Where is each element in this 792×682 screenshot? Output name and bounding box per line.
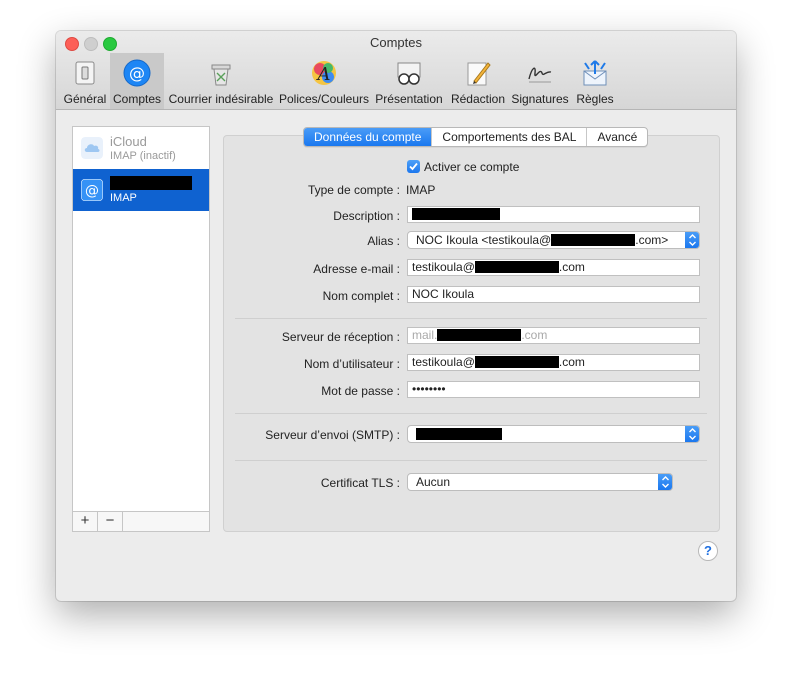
- redaction-bar: [437, 329, 522, 341]
- enable-account-label: Activer ce compte: [424, 160, 520, 174]
- svg-text:@: @: [129, 64, 145, 83]
- description-label: Description :: [333, 209, 400, 223]
- at-sign-icon: @: [81, 179, 103, 201]
- username-label: Nom d’utilisateur :: [303, 357, 400, 371]
- list-footer: + −: [73, 511, 209, 531]
- toolbar-rules[interactable]: Règles: [570, 53, 620, 109]
- divider: [235, 460, 707, 461]
- title-bar: Comptes Général @ Comptes Courrier indés…: [56, 31, 736, 110]
- preferences-window: Comptes Général @ Comptes Courrier indés…: [56, 31, 736, 601]
- full-name-input[interactable]: NOC Ikoula: [407, 286, 700, 303]
- redaction-bar: [412, 208, 500, 220]
- tls-certificate-label: Certificat TLS :: [320, 476, 400, 490]
- glasses-icon: [397, 62, 421, 85]
- signature-icon: [528, 67, 552, 83]
- toolbar-junk-mail[interactable]: Courrier indésirable: [166, 53, 276, 109]
- toolbar-viewing[interactable]: Présentation: [372, 53, 446, 109]
- account-name-redacted: [110, 176, 192, 191]
- trash-bin-icon: [211, 64, 231, 86]
- svg-text:@: @: [85, 183, 99, 199]
- smtp-server-popup[interactable]: [407, 425, 700, 443]
- username-input[interactable]: testikoula@ .com: [407, 354, 700, 371]
- tab-bar: Données du compte Comportements des BAL …: [303, 127, 649, 147]
- redaction-bar: [474, 261, 559, 273]
- checkmark-icon: [409, 162, 418, 171]
- redaction-bar: [551, 234, 636, 246]
- cloud-icon: [81, 137, 103, 159]
- enable-account-checkbox[interactable]: [407, 160, 420, 173]
- remove-account-button[interactable]: −: [98, 512, 123, 531]
- toolbar-composing[interactable]: Rédaction: [448, 53, 508, 109]
- toolbar-fonts-colors[interactable]: A Polices/Couleurs: [278, 53, 370, 109]
- redaction-bar: [474, 356, 559, 368]
- divider: [235, 318, 707, 319]
- divider: [235, 413, 707, 414]
- description-input[interactable]: [407, 206, 700, 223]
- account-type-value: IMAP: [406, 183, 436, 197]
- toolbar-signatures[interactable]: Signatures: [510, 53, 570, 109]
- tab-account-info[interactable]: Données du compte: [304, 128, 433, 146]
- add-account-button[interactable]: +: [73, 512, 98, 531]
- tls-certificate-popup[interactable]: Aucun: [407, 473, 673, 491]
- incoming-server-label: Serveur de réception :: [281, 330, 400, 344]
- chevron-updown-icon: [658, 474, 672, 490]
- rules-envelope-icon: [583, 60, 607, 86]
- alias-label: Alias :: [367, 234, 400, 248]
- redaction-bar: [110, 176, 192, 190]
- password-label: Mot de passe :: [321, 384, 400, 398]
- chevron-updown-icon: [685, 426, 699, 442]
- font-palette-icon: A: [312, 61, 336, 85]
- smtp-server-label: Serveur d’envoi (SMTP) :: [265, 428, 400, 442]
- light-switch-icon: [75, 61, 95, 85]
- chevron-updown-icon: [685, 232, 699, 248]
- full-name-label: Nom complet :: [322, 289, 400, 303]
- toolbar-accounts[interactable]: @ Comptes: [110, 53, 164, 109]
- redaction-bar: [416, 428, 502, 440]
- email-label: Adresse e-mail :: [313, 262, 400, 276]
- account-type-label: Type de compte :: [307, 183, 400, 197]
- svg-text:A: A: [316, 64, 331, 85]
- tab-mailbox-behaviors[interactable]: Comportements des BAL: [432, 128, 588, 146]
- toolbar-general[interactable]: Général: [60, 53, 110, 109]
- pencil-paper-icon: [467, 62, 491, 86]
- email-input[interactable]: testikoula@ .com: [407, 259, 700, 276]
- password-input[interactable]: ••••••••: [407, 381, 700, 398]
- account-item-icloud[interactable]: iCloud IMAP (inactif): [73, 127, 209, 169]
- window-title: Comptes: [369, 35, 423, 50]
- accounts-list: iCloud IMAP (inactif) @ IMAP + −: [72, 126, 210, 532]
- incoming-server-input[interactable]: mail. .com: [407, 327, 700, 344]
- alias-popup[interactable]: NOC Ikoula <testikoula@ .com>: [407, 231, 700, 249]
- help-button[interactable]: ?: [698, 541, 718, 561]
- at-sign-icon: @: [123, 59, 151, 87]
- tab-advanced[interactable]: Avancé: [587, 128, 647, 146]
- account-item-imap[interactable]: @ IMAP: [73, 169, 209, 211]
